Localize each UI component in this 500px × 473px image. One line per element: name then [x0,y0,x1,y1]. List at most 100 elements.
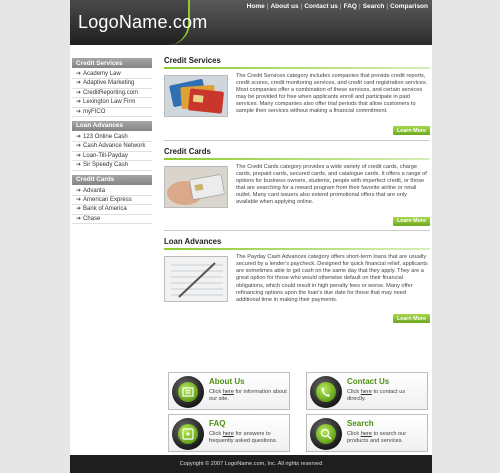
arrow-right-icon: ➔ [76,99,82,106]
arrow-right-icon: ➔ [76,215,82,222]
contact-us-box[interactable]: Contact Us Click here to contact us dire… [306,372,428,410]
sidebar-item-advanta[interactable]: ➔ Advanta [72,187,152,196]
sidebar-item-label: myFICO [83,108,106,115]
sidebar: Credit Services ➔ Academy Law ➔ Adaptive M… [72,58,152,228]
sidebar-item-label: Advanta [83,187,106,194]
info-icon [178,382,198,402]
learn-more-button[interactable]: Learn More [392,216,430,226]
box-description: Click here for answers to frequently ask… [209,431,278,444]
section-divider [164,67,430,69]
sidebar-item-label: Lexington Law Firm [83,99,136,106]
section-credit-cards: Credit Cards The Credit Cards category p… [164,147,430,232]
sidebar-item-academy-law[interactable]: ➔ Academy Law [72,70,152,80]
sidebar-list-credit-services: ➔ Academy Law ➔ Adaptive Marketing ➔ Credit… [72,70,152,117]
search-icon [316,424,336,444]
section-description: The Credit Cards category provides a wid… [236,163,427,206]
sidebar-list-credit-cards: ➔ Advanta ➔ American Express ➔ Bank of Amer… [72,187,152,225]
box-description: Click here to contact us directly. [347,389,406,402]
sidebar-item-label: Sir Speedy Cash [83,162,129,169]
faq-box[interactable]: FAQ Click here for answers to frequently… [168,414,290,452]
box-title: Search [347,419,374,428]
section-description: The Credit Services category includes co… [236,73,428,115]
hand-card-photo [164,165,228,208]
sidebar-item-american-express[interactable]: ➔ American Express [72,196,152,206]
here-link[interactable]: here [361,431,372,437]
question-icon [178,424,198,444]
sidebar-item-label: CreditReporting.com [83,89,139,96]
sidebar-item-label: 123 Online Cash [83,133,128,140]
phone-icon [316,382,336,402]
sidebar-item-label: Academy Law [83,71,121,77]
section-divider [164,248,430,251]
sidebar-item-label: American Express [83,196,132,203]
search-box[interactable]: Search Click here to search our products… [306,414,428,452]
section-divider [164,157,430,160]
section-title: Credit Cards [164,146,211,156]
arrow-right-icon: ➔ [76,152,82,159]
learn-more-button[interactable]: Learn More [392,126,430,136]
arrow-right-icon: ➔ [76,206,82,213]
sidebar-heading-credit-services: Credit Services [72,58,152,68]
credit-cards-photo [164,75,228,117]
sidebar-item-cash-advance-network[interactable]: ➔ Cash Advance Network [72,142,152,152]
nav-faq[interactable]: FAQ [344,3,357,10]
sidebar-item-123-online-cash[interactable]: ➔ 123 Online Cash [72,133,152,143]
page-container: LogoName.com Home | About us | Contact us | FA… [70,0,432,473]
nav-search[interactable]: Search [363,3,385,10]
here-link[interactable]: here [223,389,234,395]
section-title: Loan Advances [164,237,222,247]
sidebar-item-label: Cash Advance Network [83,143,146,150]
section-title: Credit Services [164,56,221,65]
copyright-text: Copyright © 2007 LogoName.com, Inc. All … [179,461,323,467]
arrow-right-icon: ➔ [76,80,82,87]
arrow-right-icon: ➔ [76,162,82,169]
box-title: Contact Us [347,377,390,386]
site-footer: Copyright © 2007 LogoName.com, Inc. All … [70,455,432,473]
about-us-box[interactable]: About Us Click here for information abou… [168,372,290,410]
nav-contact-us[interactable]: Contact us [304,3,338,10]
arrow-right-icon: ➔ [76,196,82,203]
box-description: Click here for information about our sit… [209,389,287,402]
nav-about-us[interactable]: About us [270,3,298,10]
site-header: LogoName.com Home | About us | Contact us | FA… [70,0,432,45]
box-title: About Us [209,377,245,386]
sidebar-item-myfico[interactable]: ➔ myFICO [72,108,152,117]
section-separator [164,139,430,141]
section-credit-services: Credit Services The Credit Services cate… [164,56,430,141]
loan-form-photo [164,256,228,303]
nav-comparison[interactable]: Comparison [390,3,428,10]
main-content: Credit Services The Credit Services cate… [164,56,430,325]
sidebar-item-lexington-law[interactable]: ➔ Lexington Law Firm [72,98,152,108]
sidebar-heading-loan-advances: Loan Advances [72,120,152,131]
section-separator [164,230,430,232]
arrow-right-icon: ➔ [76,108,82,115]
logo-area: LogoName.com [70,0,207,45]
here-link[interactable]: here [223,431,234,437]
sidebar-item-label: Chase [83,215,101,222]
arrow-right-icon: ➔ [76,187,82,194]
here-link[interactable]: here [361,389,372,395]
arrow-right-icon: ➔ [76,143,82,150]
box-title: FAQ [209,419,226,428]
sidebar-item-label: Bank of America [83,206,127,213]
top-navigation: Home | About us | Contact us | FAQ | Search | Comp… [246,3,428,10]
sidebar-heading-credit-cards: Credit Cards [72,174,152,185]
arrow-right-icon: ➔ [76,71,82,77]
learn-more-button[interactable]: Learn More [392,314,430,324]
sidebar-item-chase[interactable]: ➔ Chase [72,215,152,225]
arrow-right-icon: ➔ [76,133,82,140]
sidebar-item-adaptive-marketing[interactable]: ➔ Adaptive Marketing [72,79,152,89]
arrow-right-icon: ➔ [76,89,82,96]
sidebar-item-label: Loan-Till-Payday [83,152,128,159]
sidebar-item-label: Adaptive Marketing [83,80,135,87]
site-logo[interactable]: LogoName.com [78,12,207,33]
box-description: Click here to search our products and se… [347,431,407,444]
sidebar-list-loan-advances: ➔ 123 Online Cash ➔ Cash Advance Network ➔… [72,133,152,171]
sidebar-item-loan-till-payday[interactable]: ➔ Loan-Till-Payday [72,152,152,162]
sidebar-item-sir-speedy-cash[interactable]: ➔ Sir Speedy Cash [72,161,152,171]
sidebar-item-bank-of-america[interactable]: ➔ Bank of America [72,205,152,215]
section-loan-advances: Loan Advances The Payday Cash Advances c… [164,237,430,325]
section-description: The Payday Cash Advances category offers… [236,254,428,303]
sidebar-item-creditreporting[interactable]: ➔ CreditReporting.com [72,89,152,99]
nav-home[interactable]: Home [247,3,265,10]
